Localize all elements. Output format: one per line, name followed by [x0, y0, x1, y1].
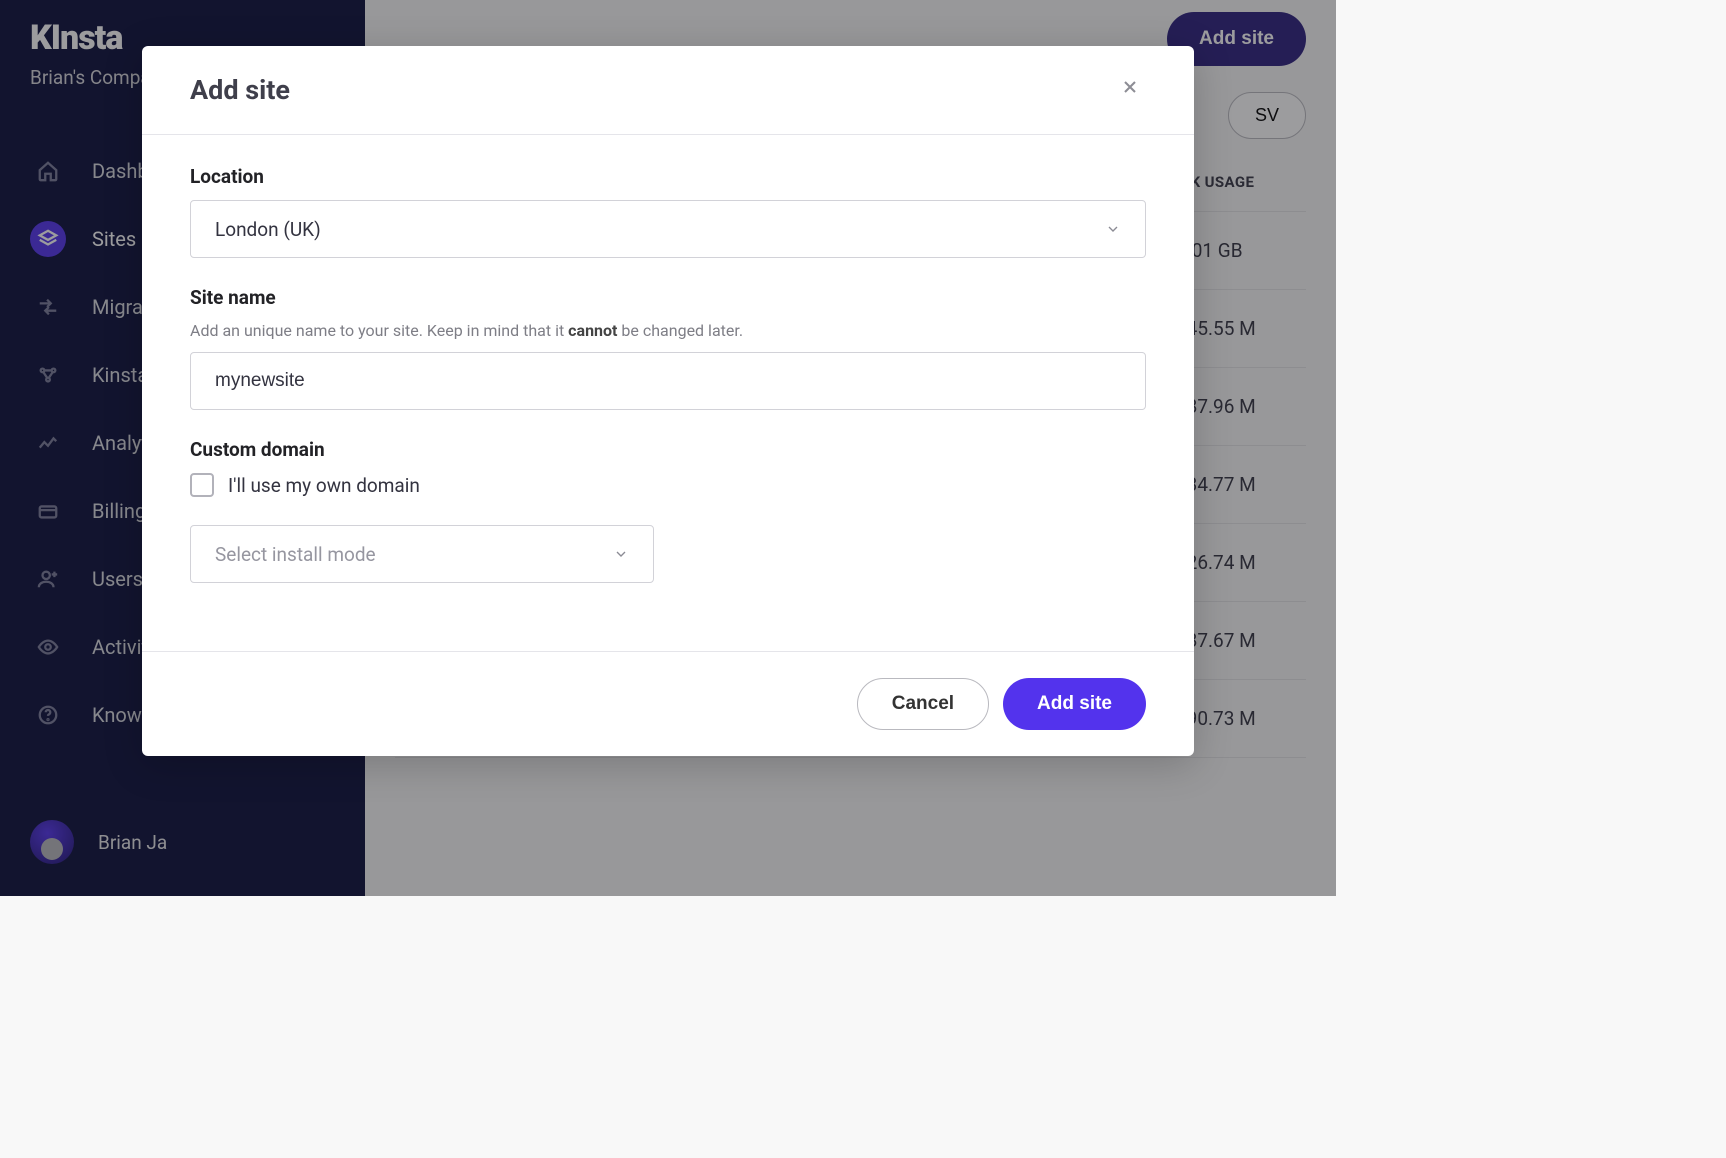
custom-domain-field: Custom domain I'll use my own domain — [190, 438, 1146, 497]
site-name-help: Add an unique name to your site. Keep in… — [190, 321, 1146, 340]
location-label: Location — [190, 165, 1146, 188]
submit-add-site-button[interactable]: Add site — [1003, 678, 1146, 730]
modal-body: Location London (UK) Site name Add an un… — [142, 135, 1194, 651]
close-button[interactable] — [1114, 74, 1146, 106]
modal-header: Add site — [142, 46, 1194, 135]
install-mode-placeholder: Select install mode — [215, 543, 376, 566]
chevron-down-icon — [613, 546, 629, 562]
chevron-down-icon — [1105, 221, 1121, 237]
custom-domain-label: Custom domain — [190, 438, 1146, 461]
own-domain-checkbox-row[interactable]: I'll use my own domain — [190, 473, 1146, 497]
close-icon — [1120, 77, 1140, 97]
modal-footer: Cancel Add site — [142, 651, 1194, 756]
install-mode-field: Select install mode — [190, 525, 1146, 583]
location-select[interactable]: London (UK) — [190, 200, 1146, 258]
location-selected-value: London (UK) — [215, 218, 321, 241]
location-field: Location London (UK) — [190, 165, 1146, 258]
own-domain-checkbox-label: I'll use my own domain — [228, 474, 420, 497]
install-mode-select[interactable]: Select install mode — [190, 525, 654, 583]
modal-overlay: Add site Location London (UK) Site name … — [0, 0, 1336, 896]
site-name-input[interactable] — [190, 352, 1146, 410]
modal-title: Add site — [190, 74, 290, 106]
add-site-modal: Add site Location London (UK) Site name … — [142, 46, 1194, 756]
cancel-button[interactable]: Cancel — [857, 678, 989, 730]
own-domain-checkbox[interactable] — [190, 473, 214, 497]
site-name-label: Site name — [190, 286, 1146, 309]
site-name-field: Site name Add an unique name to your sit… — [190, 286, 1146, 410]
